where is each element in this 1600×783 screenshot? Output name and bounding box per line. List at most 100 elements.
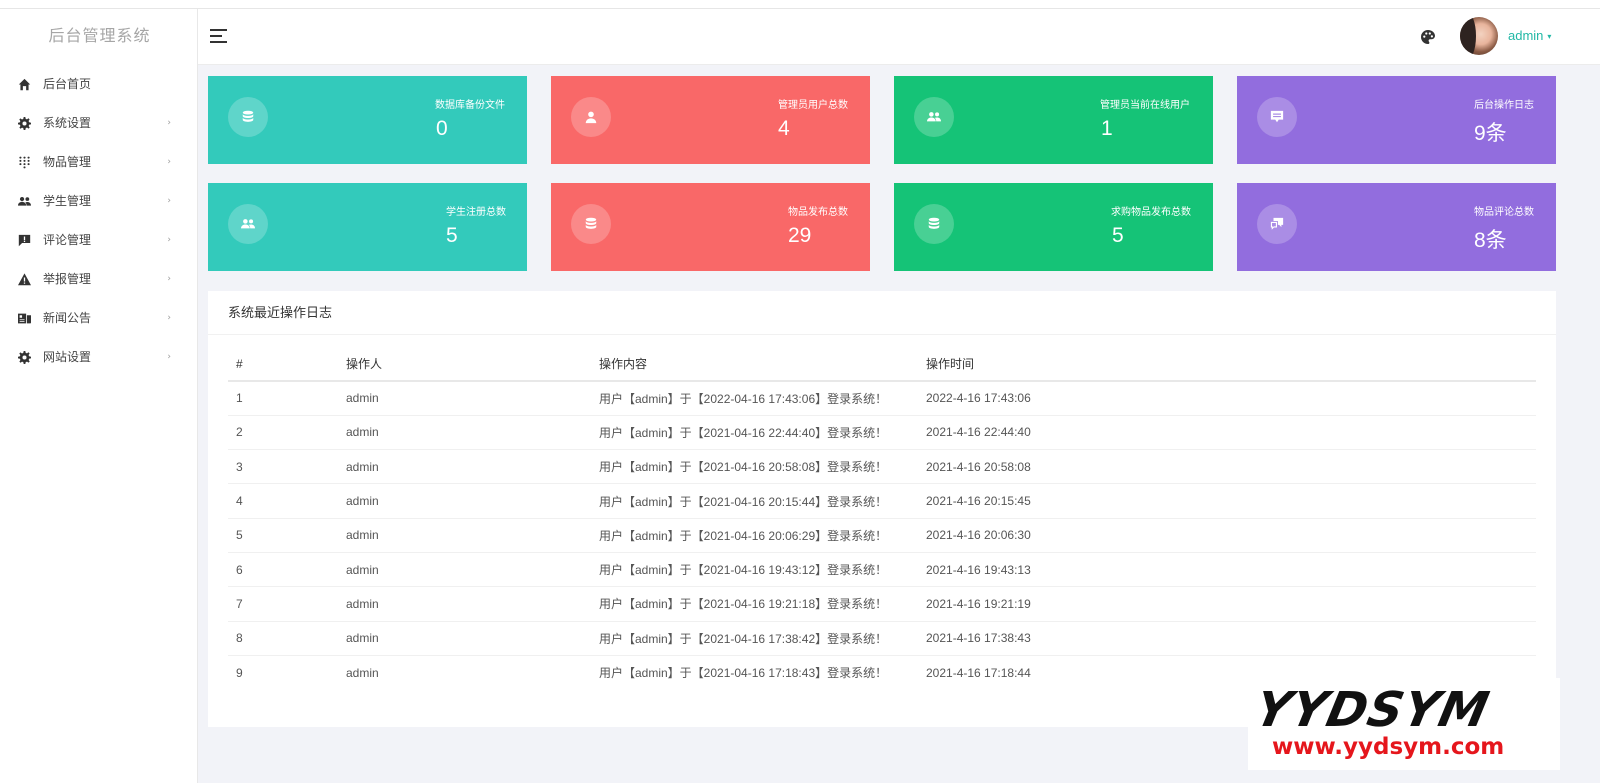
stat-card-db-backups[interactable]: 数据库备份文件 0 bbox=[208, 76, 527, 164]
stat-value: 29 bbox=[788, 224, 812, 247]
stat-card-goods-comments[interactable]: 物品评论总数 8条 bbox=[1237, 183, 1556, 271]
cell-operator: admin bbox=[346, 415, 599, 451]
sidebar-item-news[interactable]: 新闻公告 › bbox=[0, 299, 197, 338]
home-icon bbox=[17, 65, 31, 104]
watermark-logo: YYDSYM www.yydsym.com bbox=[1248, 678, 1560, 770]
user-icon bbox=[571, 97, 611, 137]
sidebar-item-system-settings[interactable]: 系统设置 › bbox=[0, 104, 197, 143]
table-row: 5 admin 用户【admin】于【2021-04-16 20:06:29】登录系… bbox=[228, 518, 1536, 553]
stat-card-goods-published[interactable]: 物品发布总数 29 bbox=[551, 183, 870, 271]
database-icon bbox=[228, 97, 268, 137]
cell-time: 2022-4-16 17:43:06 bbox=[926, 381, 1536, 416]
stat-label: 学生注册总数 bbox=[446, 207, 506, 218]
cell-operator: admin bbox=[346, 621, 599, 656]
sidebar-item-site-settings[interactable]: 网站设置 › bbox=[0, 338, 197, 377]
table-row: 2 admin 用户【admin】于【2021-04-16 22:44:40】登录系… bbox=[228, 415, 1536, 451]
comment-alert-icon bbox=[17, 221, 31, 260]
sidebar-item-home[interactable]: 后台首页 bbox=[0, 65, 197, 104]
sidebar-item-goods[interactable]: 物品管理 › bbox=[0, 143, 197, 182]
cell-content: 用户【admin】于【2021-04-16 20:58:08】登录系统！ bbox=[599, 449, 926, 485]
cell-content: 用户【admin】于【2021-04-16 22:44:40】登录系统！ bbox=[599, 415, 926, 451]
chevron-down-icon: ▾ bbox=[1547, 32, 1552, 42]
column-header-index: # bbox=[228, 347, 346, 382]
stat-label: 求购物品发布总数 bbox=[1111, 207, 1191, 218]
chevron-right-icon: › bbox=[167, 235, 171, 245]
sidebar: 后台管理系统 后台首页 系统设置 › 物品管理 › 学生管理 › 评论管理 › … bbox=[0, 9, 198, 783]
cell-operator: admin bbox=[346, 381, 599, 416]
sidebar-item-comments[interactable]: 评论管理 › bbox=[0, 221, 197, 260]
cell-operator: admin bbox=[346, 483, 599, 519]
cell-content: 用户【admin】于【2021-04-16 19:43:12】登录系统！ bbox=[599, 552, 926, 588]
brand-title: 后台管理系统 bbox=[48, 28, 151, 45]
grid-dots-icon bbox=[17, 143, 31, 182]
cell-time: 2021-4-16 17:38:43 bbox=[926, 621, 1536, 656]
stat-label: 物品发布总数 bbox=[788, 207, 848, 218]
table-row: 7 admin 用户【admin】于【2021-04-16 19:21:18】登录系… bbox=[228, 586, 1536, 622]
cell-time: 2021-4-16 22:44:40 bbox=[926, 415, 1536, 451]
users-icon bbox=[228, 204, 268, 244]
table-header-row: # 操作人 操作内容 操作时间 bbox=[228, 347, 1536, 382]
stat-card-student-registrations[interactable]: 学生注册总数 5 bbox=[208, 183, 527, 271]
cell-index: 3 bbox=[228, 449, 346, 485]
cell-time: 2021-4-16 20:58:08 bbox=[926, 449, 1536, 485]
table-row: 6 admin 用户【admin】于【2021-04-16 19:43:12】登录系… bbox=[228, 552, 1536, 588]
window-top-edge bbox=[0, 0, 1600, 9]
cell-operator: admin bbox=[346, 586, 599, 622]
cell-index: 2 bbox=[228, 415, 346, 451]
stat-value: 5 bbox=[446, 224, 458, 247]
sidebar-item-label: 物品管理 bbox=[43, 155, 92, 169]
chevron-right-icon: › bbox=[167, 196, 171, 206]
cell-time: 2021-4-16 19:21:19 bbox=[926, 586, 1536, 622]
gear-icon bbox=[17, 104, 31, 143]
cell-content: 用户【admin】于【2021-04-16 20:15:44】登录系统！ bbox=[599, 483, 926, 519]
table-row: 3 admin 用户【admin】于【2021-04-16 20:58:08】登录系… bbox=[228, 449, 1536, 485]
operation-log-table: # 操作人 操作内容 操作时间 1 admin 用户【admin】于【2022-04… bbox=[228, 347, 1536, 690]
stat-value: 5 bbox=[1112, 224, 1124, 247]
cell-content: 用户【admin】于【2021-04-16 20:06:29】登录系统！ bbox=[599, 518, 926, 553]
chevron-right-icon: › bbox=[167, 313, 171, 323]
sidebar-item-label: 网站设置 bbox=[43, 350, 92, 364]
cell-content: 用户【admin】于【2022-04-16 17:43:06】登录系统！ bbox=[599, 381, 926, 416]
chevron-right-icon: › bbox=[167, 352, 171, 362]
sidebar-item-students[interactable]: 学生管理 › bbox=[0, 182, 197, 221]
avatar[interactable] bbox=[1460, 17, 1498, 55]
sidebar-item-label: 新闻公告 bbox=[43, 311, 92, 325]
user-menu[interactable]: admin ▾ bbox=[1508, 28, 1551, 43]
cell-index: 8 bbox=[228, 621, 346, 656]
stat-card-online-admins[interactable]: 管理员当前在线用户 1 bbox=[894, 76, 1213, 164]
cell-content: 用户【admin】于【2021-04-16 19:21:18】登录系统！ bbox=[599, 586, 926, 622]
cell-content: 用户【admin】于【2021-04-16 17:38:42】登录系统！ bbox=[599, 621, 926, 656]
chevron-right-icon: › bbox=[167, 274, 171, 284]
table-row: 4 admin 用户【admin】于【2021-04-16 20:15:44】登录系… bbox=[228, 483, 1536, 519]
stat-value: 8条 bbox=[1474, 229, 1507, 252]
top-header: admin ▾ bbox=[198, 9, 1600, 65]
watermark-brand: YYDSYM bbox=[1250, 682, 1495, 738]
column-header-content: 操作内容 bbox=[599, 347, 926, 382]
menu-toggle-icon[interactable] bbox=[210, 29, 228, 43]
panel-title: 系统最近操作日志 bbox=[208, 291, 1556, 335]
palette-icon[interactable] bbox=[1420, 29, 1436, 45]
warning-icon bbox=[17, 260, 31, 299]
stat-label: 管理员用户总数 bbox=[778, 100, 848, 111]
cell-index: 7 bbox=[228, 586, 346, 622]
chevron-right-icon: › bbox=[167, 118, 171, 128]
stat-card-operation-logs[interactable]: 后台操作日志 9条 bbox=[1237, 76, 1556, 164]
operation-log-panel: 系统最近操作日志 # 操作人 操作内容 操作时间 1 admin 用户【admin】… bbox=[208, 291, 1556, 727]
comments-icon bbox=[1257, 204, 1297, 244]
cell-index: 6 bbox=[228, 552, 346, 588]
cell-time: 2021-4-16 20:15:45 bbox=[926, 483, 1536, 519]
cell-operator: admin bbox=[346, 449, 599, 485]
database-icon bbox=[914, 204, 954, 244]
watermark-url: www.yydsym.com bbox=[1272, 734, 1505, 760]
stat-card-wanted-goods[interactable]: 求购物品发布总数 5 bbox=[894, 183, 1213, 271]
chevron-right-icon: › bbox=[167, 157, 171, 167]
sidebar-item-reports[interactable]: 举报管理 › bbox=[0, 260, 197, 299]
stat-value: 9条 bbox=[1474, 122, 1507, 145]
table-row: 1 admin 用户【admin】于【2022-04-16 17:43:06】登录系… bbox=[228, 381, 1536, 416]
cell-time: 2021-4-16 19:43:13 bbox=[926, 552, 1536, 588]
table-row: 8 admin 用户【admin】于【2021-04-16 17:38:42】登录系… bbox=[228, 621, 1536, 656]
cell-operator: admin bbox=[346, 552, 599, 588]
database-icon bbox=[571, 204, 611, 244]
cell-index: 5 bbox=[228, 518, 346, 553]
stat-card-admin-users[interactable]: 管理员用户总数 4 bbox=[551, 76, 870, 164]
